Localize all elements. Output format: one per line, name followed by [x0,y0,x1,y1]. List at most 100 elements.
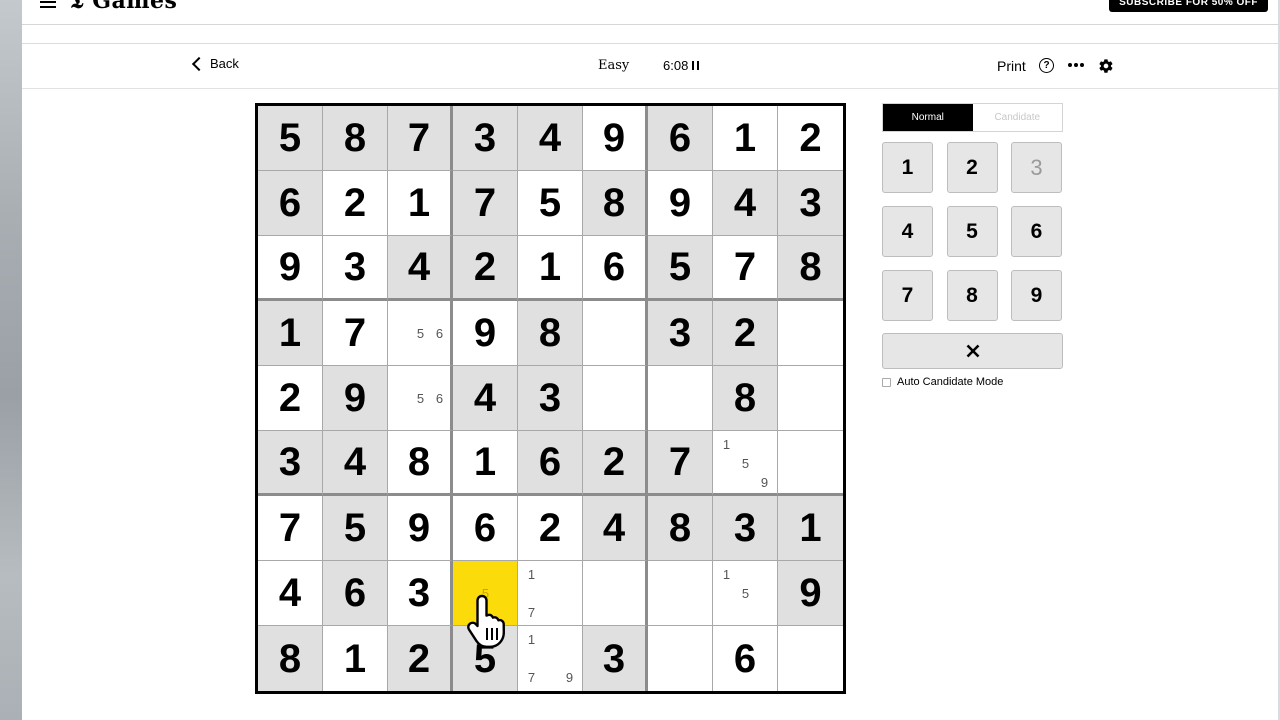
board-cell[interactable]: 17 [518,561,583,626]
subscribe-button[interactable]: SUBSCRIBE FOR 50% OFF [1109,0,1268,12]
mode-candidate-button[interactable]: Candidate [972,104,1062,131]
board-cell[interactable]: 8 [518,301,583,366]
board-cell[interactable]: 3 [648,301,713,366]
board-cell[interactable]: 3 [518,366,583,431]
back-button[interactable]: Back [191,56,239,72]
board-cell[interactable]: 4 [388,236,453,301]
board-cell[interactable]: 2 [583,431,648,496]
board-cell[interactable]: 5 [323,496,388,561]
board-cell[interactable]: 9 [648,171,713,236]
number-button-4[interactable]: 4 [882,206,933,257]
board-cell[interactable]: 9 [258,236,323,301]
board-cell[interactable]: 5 [648,236,713,301]
board-cell[interactable]: 3 [258,431,323,496]
board-cell[interactable]: 1 [323,626,388,691]
board-cell[interactable]: 6 [583,236,648,301]
hamburger-menu-icon[interactable] [40,0,56,8]
number-button-8[interactable]: 8 [946,270,998,321]
board-cell[interactable]: 8 [648,496,713,561]
board-cell[interactable]: 2 [388,626,453,691]
board-cell[interactable]: 56 [388,366,453,431]
board-cell[interactable]: 4 [518,106,583,171]
more-options-icon[interactable] [1068,63,1084,67]
board-cell[interactable]: 1 [518,236,583,301]
board-cell[interactable]: 7 [713,236,778,301]
board-cell[interactable]: 9 [778,561,843,626]
number-button-1[interactable]: 1 [882,142,933,193]
auto-candidate-toggle[interactable]: Auto Candidate Mode [882,376,1003,388]
board-cell[interactable]: 1 [453,431,518,496]
gear-icon[interactable] [1098,58,1114,74]
board-cell[interactable]: 2 [323,171,388,236]
board-cell[interactable]: 7 [453,171,518,236]
board-cell[interactable]: 6 [258,171,323,236]
board-cell[interactable]: 1 [388,171,453,236]
help-icon[interactable]: ? [1039,58,1054,73]
number-button-5[interactable]: 5 [946,206,998,257]
board-cell[interactable]: 3 [778,171,843,236]
games-logo[interactable]: 𝕿 Games [70,0,177,14]
pause-icon[interactable] [692,61,699,70]
board-cell[interactable]: 7 [648,431,713,496]
board-cell[interactable]: 2 [518,496,583,561]
number-button-6[interactable]: 6 [1011,206,1062,257]
board-cell[interactable]: 8 [323,106,388,171]
board-cell[interactable]: 5 [518,171,583,236]
board-cell[interactable]: 4 [713,171,778,236]
number-button-3[interactable]: 3 [1011,142,1062,193]
board-cell[interactable]: 6 [713,626,778,691]
board-cell[interactable]: 8 [258,626,323,691]
board-cell[interactable] [583,561,648,626]
board-cell[interactable]: 15 [713,561,778,626]
print-button[interactable]: Print [997,58,1026,74]
board-cell[interactable]: 3 [323,236,388,301]
board-cell[interactable]: 159 [713,431,778,496]
board-cell[interactable] [583,301,648,366]
board-cell[interactable]: 1 [258,301,323,366]
board-cell[interactable]: 7 [258,496,323,561]
board-cell[interactable]: 1 [778,496,843,561]
board-cell[interactable]: 2 [778,106,843,171]
mode-normal-button[interactable]: Normal [883,104,973,131]
board-cell[interactable]: 6 [453,496,518,561]
board-cell[interactable]: 3 [713,496,778,561]
board-cell[interactable]: 3 [453,106,518,171]
board-cell[interactable]: 8 [778,236,843,301]
board-cell[interactable]: 1 [713,106,778,171]
board-cell[interactable]: 8 [583,171,648,236]
board-cell[interactable]: 2 [713,301,778,366]
board-cell[interactable] [778,626,843,691]
board-cell[interactable]: 9 [583,106,648,171]
board-cell[interactable] [778,431,843,496]
board-cell[interactable]: 6 [518,431,583,496]
board-cell[interactable]: 3 [388,561,453,626]
board-cell[interactable]: 2 [453,236,518,301]
board-cell[interactable] [778,301,843,366]
board-cell[interactable] [648,626,713,691]
number-button-9[interactable]: 9 [1011,270,1062,321]
board-cell[interactable] [583,366,648,431]
board-cell[interactable] [648,366,713,431]
board-cell[interactable]: 7 [388,106,453,171]
board-cell[interactable]: 9 [323,366,388,431]
board-cell[interactable]: 56 [388,301,453,366]
board-cell[interactable]: 3 [583,626,648,691]
board-cell[interactable]: 9 [453,301,518,366]
board-cell[interactable]: 8 [388,431,453,496]
board-cell[interactable]: 6 [648,106,713,171]
board-cell[interactable]: 8 [713,366,778,431]
board-cell[interactable]: 2 [258,366,323,431]
number-button-2[interactable]: 2 [946,142,998,193]
board-cell[interactable]: 7 [323,301,388,366]
board-cell[interactable]: 4 [258,561,323,626]
erase-button[interactable] [882,333,1063,369]
board-cell[interactable]: 5 [258,106,323,171]
number-button-7[interactable]: 7 [882,270,933,321]
board-cell[interactable]: 4 [453,366,518,431]
board-cell[interactable]: 1 7 9 [518,626,583,691]
board-cell[interactable]: 6 [323,561,388,626]
board-cell[interactable]: 4 [583,496,648,561]
board-cell[interactable]: 9 [388,496,453,561]
auto-candidate-checkbox[interactable] [882,377,891,387]
board-cell[interactable] [778,366,843,431]
